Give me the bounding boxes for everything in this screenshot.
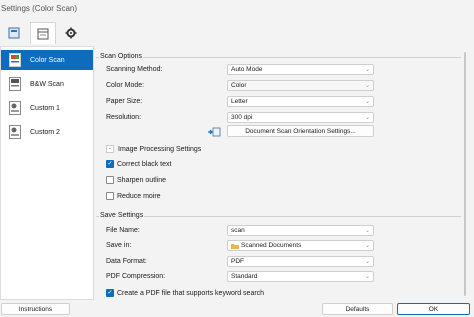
folder-icon <box>231 243 239 249</box>
gear-icon <box>65 27 77 39</box>
scan-options-heading: Scan Options <box>99 53 144 60</box>
reduce-moire-option[interactable]: Reduce moire <box>106 191 161 201</box>
bw-scan-icon <box>9 77 21 91</box>
data-format-value: PDF <box>231 258 244 265</box>
checkbox-label: Correct black text <box>117 160 172 168</box>
paper-size-select[interactable]: Letter ⌄ <box>227 96 374 107</box>
file-name-label: File Name: <box>106 227 140 234</box>
custom-scan-icon <box>9 125 21 139</box>
chevron-down-icon: ⌄ <box>364 99 370 105</box>
save-settings-heading: Save Settings <box>99 212 145 219</box>
save-in-value: Scanned Documents <box>241 242 302 249</box>
keyword-search-checkbox[interactable]: ✓ <box>106 289 114 297</box>
orientation-icon <box>208 127 221 137</box>
correct-black-text-option[interactable]: ✓ Correct black text <box>106 159 171 169</box>
instructions-button-label: Instructions <box>18 305 53 313</box>
page-settings-tab[interactable] <box>30 22 56 44</box>
orientation-button-label: Document Scan Orientation Settings... <box>245 127 356 135</box>
title-bar: Settings (Color Scan) <box>0 0 474 18</box>
resolution-select[interactable]: 300 dpi ⌄ <box>227 112 374 123</box>
chevron-down-icon: ⌄ <box>364 67 370 73</box>
settings-scrollbar[interactable] <box>462 52 468 296</box>
paper-size-label: Paper Size: <box>106 98 143 105</box>
paper-size-value: Letter <box>231 98 248 105</box>
document-scan-orientation-button[interactable]: Document Scan Orientation Settings... <box>227 125 374 137</box>
checkbox-label: Sharpen outline <box>117 176 167 184</box>
data-format-label: Data Format: <box>106 258 147 265</box>
save-settings-group: Save Settings <box>96 212 461 219</box>
profile-item-custom-2[interactable]: Custom 2 <box>1 122 93 142</box>
ok-button-label: OK <box>428 305 439 313</box>
pdf-compression-value: Standard <box>231 273 258 280</box>
ok-button[interactable]: OK <box>397 303 470 315</box>
profile-item-bw-scan[interactable]: B&W Scan <box>1 74 93 94</box>
sharpen-outline-option[interactable]: Sharpen outline <box>106 175 166 185</box>
scan-settings-icon <box>8 27 20 39</box>
scrollbar-thumb[interactable] <box>464 52 466 296</box>
custom-scan-icon <box>9 101 21 115</box>
general-settings-tab[interactable] <box>58 22 84 44</box>
resolution-label: Resolution: <box>106 114 142 121</box>
profile-item-color-scan[interactable]: Color Scan <box>1 50 93 70</box>
save-in-select[interactable]: Scanned Documents ⌄ <box>227 240 374 251</box>
chevron-down-icon: ⌄ <box>364 259 370 265</box>
scanning-method-label: Scanning Method: <box>106 66 163 73</box>
keyword-search-option[interactable]: ✓ Create a PDF file that supports keywor… <box>106 288 264 298</box>
resolution-value: 300 dpi <box>231 114 253 121</box>
defaults-button-label: Defaults <box>345 305 370 313</box>
checkbox-label: Create a PDF file that supports keyword … <box>117 289 265 297</box>
chevron-down-icon: ⌄ <box>364 83 370 89</box>
image-processing-label: Image Processing Settings <box>118 146 202 153</box>
window-title: Settings (Color Scan) <box>1 4 78 13</box>
scanning-method-value: Auto Mode <box>231 66 263 73</box>
checkbox-label: Reduce moire <box>117 192 161 200</box>
profile-label: Custom 1 <box>30 104 60 112</box>
data-format-select[interactable]: PDF ⌄ <box>227 256 374 267</box>
instructions-button[interactable]: Instructions <box>1 303 70 315</box>
save-in-label: Save in: <box>106 242 132 249</box>
color-mode-label: Color Mode: <box>106 82 145 89</box>
toolbar <box>0 20 474 46</box>
color-scan-icon <box>9 53 21 67</box>
file-name-value: scan <box>231 227 245 234</box>
scanning-method-select[interactable]: Auto Mode ⌄ <box>227 64 374 75</box>
color-mode-select[interactable]: Color ⌄ <box>227 80 374 91</box>
sharpen-outline-checkbox[interactable] <box>106 176 114 184</box>
profile-label: B&W Scan <box>30 80 64 88</box>
scan-settings-tab[interactable] <box>1 22 27 44</box>
chevron-down-icon: ⌄ <box>364 243 370 249</box>
pdf-compression-label: PDF Compression: <box>106 273 166 280</box>
profile-label: Color Scan <box>30 56 65 64</box>
chevron-down-icon: ⌄ <box>364 228 370 234</box>
page-settings-icon <box>37 28 49 39</box>
defaults-button[interactable]: Defaults <box>322 303 393 315</box>
scan-options-group: Scan Options <box>96 53 461 60</box>
pdf-compression-select[interactable]: Standard ⌄ <box>227 271 374 282</box>
chevron-down-icon: ⌄ <box>364 115 370 121</box>
chevron-down-icon: ⌄ <box>364 274 370 280</box>
file-name-select[interactable]: scan ⌄ <box>227 225 374 236</box>
color-mode-value: Color <box>231 82 247 89</box>
image-processing-expander[interactable]: - <box>106 145 114 153</box>
profile-item-custom-1[interactable]: Custom 1 <box>1 98 93 118</box>
reduce-moire-checkbox[interactable] <box>106 192 114 200</box>
correct-black-text-checkbox[interactable]: ✓ <box>106 160 114 168</box>
profile-list: Color Scan B&W Scan Custom 1 Custom 2 <box>0 46 94 300</box>
profile-label: Custom 2 <box>30 128 60 136</box>
